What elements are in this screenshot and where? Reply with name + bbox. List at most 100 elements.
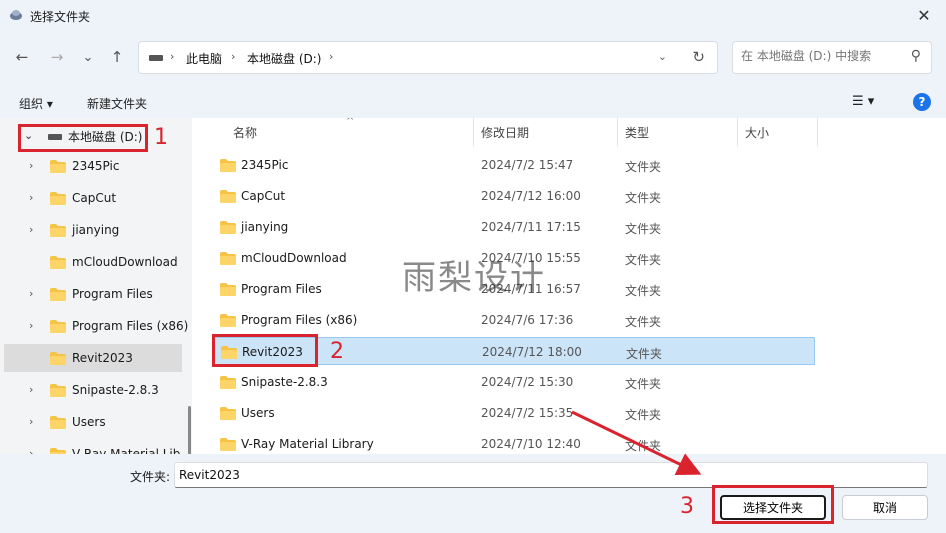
folder-icon <box>50 160 66 176</box>
back-button[interactable]: ← <box>11 46 33 68</box>
file-name: Users <box>241 406 275 420</box>
column-header-name[interactable]: 名称 <box>233 118 257 146</box>
search-box[interactable]: ⚲ <box>732 41 932 74</box>
sidebar-item-label: Snipaste-2.8.3 <box>72 383 159 397</box>
sort-ascending-icon: ^ <box>346 118 355 127</box>
breadcrumb-this-pc[interactable]: 此电脑 <box>186 50 222 67</box>
refresh-icon[interactable]: ↻ <box>692 48 705 66</box>
table-row[interactable]: jianying 2024/7/11 17:15 文件夹 <box>212 213 815 241</box>
file-modified: 2024/7/10 12:40 <box>481 437 581 451</box>
column-divider[interactable] <box>473 118 474 146</box>
arrow-left-icon: ← <box>15 48 29 66</box>
folder-icon <box>220 190 236 206</box>
sidebar-item[interactable]: › V-Ray Material Lib <box>4 440 182 454</box>
file-modified: 2024/7/12 18:00 <box>482 345 582 359</box>
table-row[interactable]: V-Ray Material Library 2024/7/10 12:40 文件夹 <box>212 430 815 454</box>
sidebar-item[interactable]: › Snipaste-2.8.3 <box>4 376 182 404</box>
sidebar-item[interactable]: › 2345Pic <box>4 152 182 180</box>
folder-icon <box>50 224 66 240</box>
new-folder-button[interactable]: 新建文件夹 <box>87 95 147 112</box>
address-dropdown-icon[interactable]: ⌄ <box>658 50 667 63</box>
sidebar-item-label: Program Files <box>72 287 153 301</box>
sidebar-item-label: V-Ray Material Lib <box>72 447 181 454</box>
folder-icon <box>220 407 236 423</box>
forward-button[interactable]: → <box>46 46 68 68</box>
sidebar-item-label: CapCut <box>72 191 117 205</box>
file-name: CapCut <box>241 189 286 203</box>
chevron-right-icon[interactable]: › <box>29 383 33 396</box>
chevron-right-icon[interactable]: › <box>29 319 33 332</box>
file-name: 2345Pic <box>241 158 289 172</box>
search-icon[interactable]: ⚲ <box>911 48 921 64</box>
table-row[interactable]: Users 2024/7/2 15:35 文件夹 <box>212 399 815 427</box>
column-header-size[interactable]: 大小 <box>745 118 769 146</box>
chevron-right-icon[interactable]: › <box>29 287 33 300</box>
chevron-right-icon[interactable]: › <box>29 191 33 204</box>
folder-icon <box>220 221 236 237</box>
sidebar-item[interactable]: Revit2023 <box>4 344 182 372</box>
folder-icon <box>50 192 66 208</box>
arrow-right-icon: → <box>50 48 64 66</box>
file-type: 文件夹 <box>625 253 662 267</box>
folder-icon <box>50 416 66 432</box>
sidebar-item[interactable]: › CapCut <box>4 184 182 212</box>
table-row[interactable]: 2345Pic 2024/7/2 15:47 文件夹 <box>212 151 815 179</box>
sidebar-item[interactable]: › Program Files <box>4 280 182 308</box>
column-divider[interactable] <box>817 118 818 146</box>
navigation-pane: ⌄ 本地磁盘 (D:) › 2345Pic › CapCut › jianying mClo… <box>0 118 192 454</box>
search-input[interactable] <box>741 49 901 63</box>
file-type: 文件夹 <box>625 160 662 174</box>
sidebar-item[interactable]: › Users <box>4 408 182 436</box>
sidebar-scrollbar[interactable] <box>188 406 191 454</box>
file-type: 文件夹 <box>625 377 662 391</box>
file-type: 文件夹 <box>625 222 662 236</box>
chevron-right-icon[interactable]: › <box>29 223 33 236</box>
file-name: Program Files (x86) <box>241 313 358 327</box>
chevron-right-icon[interactable]: › <box>29 415 33 428</box>
file-modified: 2024/7/2 15:30 <box>481 375 574 389</box>
folder-icon <box>50 352 66 368</box>
annotation-number-2: 2 <box>330 339 344 364</box>
file-name: Snipaste-2.8.3 <box>241 375 328 389</box>
chevron-right-icon[interactable]: › <box>29 447 33 454</box>
help-icon[interactable]: ? <box>913 93 931 111</box>
column-header-modified[interactable]: 修改日期 <box>481 118 529 146</box>
annotation-box-revit <box>212 334 318 367</box>
close-button[interactable]: ✕ <box>910 4 938 26</box>
annotation-box-select <box>712 485 834 524</box>
address-bar[interactable]: › 此电脑 › 本地磁盘 (D:) › ⌄ ↻ <box>138 41 718 74</box>
folder-icon <box>50 256 66 272</box>
sidebar-item[interactable]: › jianying <box>4 216 182 244</box>
sidebar-item[interactable]: mCloudDownload <box>4 248 182 276</box>
column-header-type[interactable]: 类型 <box>625 118 649 146</box>
file-type: 文件夹 <box>625 408 662 422</box>
table-row[interactable]: Snipaste-2.8.3 2024/7/2 15:30 文件夹 <box>212 368 815 396</box>
recent-locations-button[interactable]: ⌄ <box>77 46 99 68</box>
chevron-down-icon: ⌄ <box>82 49 94 65</box>
cancel-button[interactable]: 取消 <box>842 495 928 520</box>
column-divider[interactable] <box>617 118 618 146</box>
sidebar-item-label: mCloudDownload <box>72 255 178 269</box>
breadcrumb-drive-d[interactable]: 本地磁盘 (D:) <box>247 50 321 67</box>
chevron-right-icon[interactable]: › <box>29 159 33 172</box>
sidebar-item-label: Program Files (x86) <box>72 319 189 333</box>
breadcrumb-separator-icon: › <box>231 50 236 63</box>
file-name: mCloudDownload <box>241 251 347 265</box>
sidebar-item-label: 2345Pic <box>72 159 120 173</box>
up-button[interactable]: ↑ <box>106 46 128 68</box>
folder-icon <box>220 376 236 392</box>
file-modified: 2024/7/2 15:35 <box>481 406 574 420</box>
file-name: jianying <box>241 220 289 234</box>
folder-icon <box>220 159 236 175</box>
column-divider[interactable] <box>737 118 738 146</box>
folder-icon <box>220 438 236 454</box>
close-icon: ✕ <box>917 5 931 25</box>
file-name: V-Ray Material Library <box>241 437 374 451</box>
annotation-box-drive <box>18 124 148 152</box>
organize-menu[interactable]: 组织 ▾ <box>19 95 53 112</box>
view-options-icon[interactable]: ☰ ▾ <box>852 94 874 109</box>
sidebar-item[interactable]: › Program Files (x86) <box>4 312 188 340</box>
folder-icon <box>220 314 236 330</box>
table-row[interactable]: CapCut 2024/7/12 16:00 文件夹 <box>212 182 815 210</box>
table-row[interactable]: Program Files (x86) 2024/7/6 17:36 文件夹 <box>212 306 815 334</box>
